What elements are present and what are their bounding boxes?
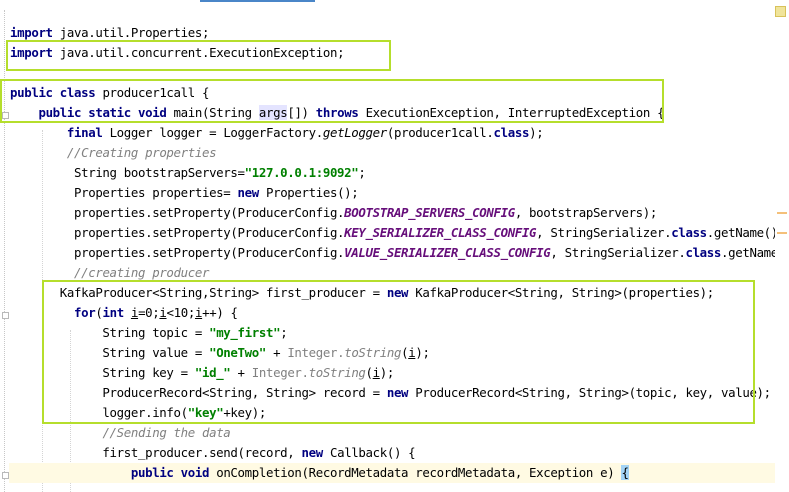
highlight-box-class-declaration: [0, 79, 664, 123]
code-token: new: [301, 445, 324, 460]
code-token: first_producer.send(record,: [10, 445, 302, 460]
code-token: public void: [130, 465, 210, 480]
scroll-marker[interactable]: [777, 212, 787, 214]
code-token: import: [10, 25, 53, 40]
code-token: java.util.Properties;: [52, 25, 210, 40]
editor-gutter[interactable]: [0, 0, 9, 492]
code-line[interactable]: //Sending the data: [10, 423, 230, 443]
code-token: "127.0.0.1:9092": [244, 165, 359, 180]
scroll-marker[interactable]: [777, 232, 787, 234]
code-token: new: [237, 185, 260, 200]
code-token: , bootstrapServers);: [514, 205, 658, 220]
code-token: final: [66, 125, 103, 140]
code-line[interactable]: properties.setProperty(ProducerConfig.BO…: [10, 203, 657, 223]
fold-marker-icon[interactable]: [2, 312, 9, 319]
editor-scrollbar[interactable]: [775, 0, 789, 492]
code-token: Callback() {: [322, 445, 416, 460]
code-token: //creating producer: [74, 265, 210, 280]
code-token: //Creating properties: [66, 145, 217, 160]
code-token: , StringSerializer.: [550, 245, 686, 260]
code-token: {: [621, 465, 629, 480]
inspection-warning-icon[interactable]: [775, 6, 786, 17]
code-line[interactable]: first_producer.send(record, new Callback…: [10, 443, 415, 463]
code-line[interactable]: public void onCompletion(RecordMetadata …: [10, 463, 629, 483]
code-token: getLogger: [322, 125, 387, 140]
code-line[interactable]: String bootstrapServers="127.0.0.1:9092"…: [10, 163, 366, 183]
code-token: BOOTSTRAP_SERVERS_CONFIG: [344, 205, 515, 220]
code-token: );: [529, 125, 544, 140]
code-token: Properties();: [258, 185, 359, 200]
code-line[interactable]: properties.setProperty(ProducerConfig.KE…: [10, 223, 789, 243]
code-token: //Sending the data: [102, 425, 231, 440]
code-line[interactable]: properties.setProperty(ProducerConfig.VA…: [10, 243, 789, 263]
code-token: properties.setProperty(ProducerConfig.: [10, 245, 345, 260]
code-line[interactable]: final Logger logger = LoggerFactory.getL…: [10, 123, 544, 143]
code-editor[interactable]: import java.util.Properties; import java.…: [0, 0, 789, 492]
fold-marker-icon[interactable]: [2, 472, 9, 479]
highlight-box-producer-loop: [42, 280, 755, 424]
code-token: (producer1call.: [386, 125, 494, 140]
code-line[interactable]: Properties properties= new Properties();: [10, 183, 359, 203]
code-token: VALUE_SERIALIZER_CLASS_CONFIG: [344, 245, 551, 260]
code-token: class: [493, 125, 530, 140]
code-token: String bootstrapServers=: [10, 165, 245, 180]
editor-tab-indicator: [200, 0, 315, 2]
code-token: properties.setProperty(ProducerConfig.: [10, 225, 345, 240]
code-token: ;: [358, 165, 366, 180]
code-line[interactable]: //Creating properties: [10, 143, 217, 163]
code-token: Properties properties=: [10, 185, 238, 200]
code-token: class: [671, 225, 707, 240]
code-token: properties.setProperty(ProducerConfig.: [10, 205, 345, 220]
code-token: Logger logger = LoggerFactory.: [102, 125, 324, 140]
code-token: onCompletion(RecordMetadata recordMetada…: [209, 465, 622, 480]
code-token: class: [685, 245, 722, 260]
code-token: KEY_SERIALIZER_CLASS_CONFIG: [344, 225, 537, 240]
code-token: , StringSerializer.: [536, 225, 672, 240]
highlight-box-import: [6, 40, 391, 71]
